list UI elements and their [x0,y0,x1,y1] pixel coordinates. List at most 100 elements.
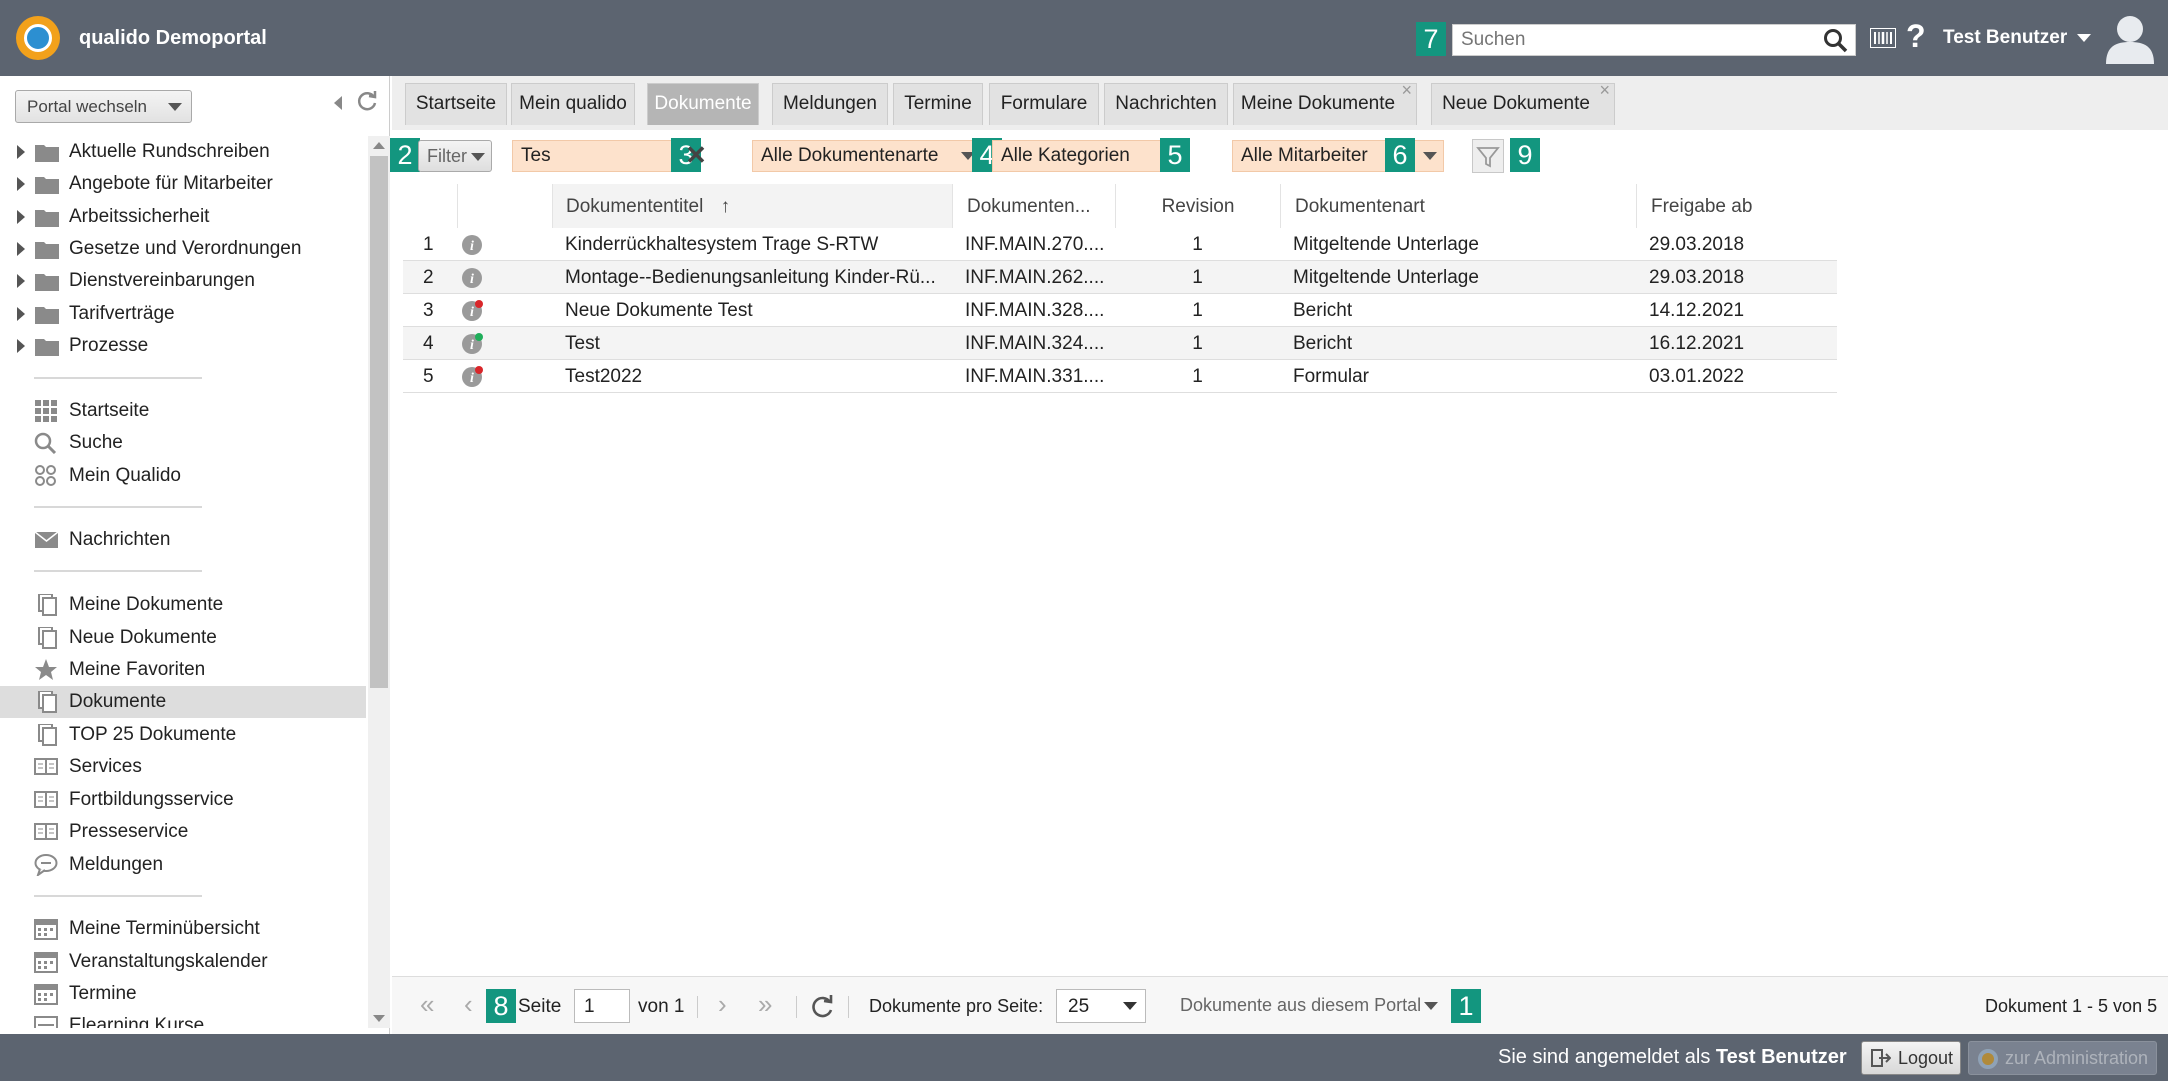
expand-arrow-icon[interactable] [17,242,25,256]
sidebar-folder-item[interactable]: Angebote für Mitarbeiter [0,168,366,200]
sidebar-item-presseservice[interactable]: Presseservice [0,816,366,848]
scroll-down-icon[interactable] [373,1015,385,1022]
info-icon[interactable]: i [461,234,483,256]
tab-formulare[interactable]: Formulare [989,83,1099,125]
doc-type-filter-dropdown[interactable]: Alle Dokumentenarte [752,140,982,172]
scroll-up-icon[interactable] [373,142,385,149]
previous-page-icon[interactable]: ‹ [464,989,473,1020]
info-read-icon[interactable]: i [461,333,483,355]
sidebar-folder-item[interactable]: Prozesse [0,330,366,362]
expand-arrow-icon[interactable] [17,145,25,159]
close-tab-icon[interactable]: × [1599,70,1610,110]
sidebar-item-nachrichten[interactable]: Nachrichten [0,524,366,556]
sidebar-item-meine-dokumente[interactable]: Meine Dokumente [0,589,366,621]
qualido-logo-icon[interactable] [16,16,60,60]
portal-scope-dropdown[interactable]: Dokumente aus diesem Portal [1180,995,1438,1016]
sidebar-item-label: Meine Dokumente [69,594,224,615]
table-row[interactable]: 5 i Test2022 INF.MAIN.331.... 1 Formular… [403,360,1837,393]
tab-mein-qualido[interactable]: Mein qualido [511,83,635,125]
last-page-icon[interactable]: » [758,989,772,1020]
expand-arrow-icon[interactable] [17,307,25,321]
user-menu-name[interactable]: Test Benutzer [1943,27,2067,49]
apply-filter-button[interactable] [1472,139,1504,173]
row-number: 5 [423,366,434,387]
sidebar-item-elearning-kurse[interactable]: Elearning Kurse [0,1010,366,1028]
sidebar-folder-item[interactable]: Aktuelle Rundschreiben [0,136,366,168]
column-header-revision[interactable]: Revision [1115,184,1280,228]
envelope-icon [34,531,59,548]
title-filter-field[interactable] [512,140,674,172]
global-search-box[interactable] [1452,24,1856,56]
tab-dokumente[interactable]: Dokumente [647,83,759,125]
scrollbar-thumb[interactable] [370,156,388,688]
sidebar-item-top25-dokumente[interactable]: TOP 25 Dokumente [0,719,366,751]
tab-meldungen[interactable]: Meldungen [772,83,888,125]
sidebar-item-startseite[interactable]: Startseite [0,395,366,427]
info-icon[interactable]: i [461,267,483,289]
expand-arrow-icon[interactable] [17,210,25,224]
info-new-icon[interactable]: i [461,300,483,322]
tab-neue-dokumente[interactable]: Neue Dokumente × [1431,80,1615,125]
portal-switch-dropdown[interactable]: Portal wechseln [15,90,192,123]
expand-arrow-icon[interactable] [17,274,25,288]
sidebar-item-neue-dokumente[interactable]: Neue Dokumente [0,622,366,654]
refresh-icon[interactable] [355,89,379,113]
next-page-icon[interactable]: › [718,989,727,1020]
tab-startseite[interactable]: Startseite [405,83,507,125]
expand-arrow-icon[interactable] [17,177,25,191]
sidebar-item-veranstaltungskalender[interactable]: Veranstaltungskalender [0,946,366,978]
refresh-icon[interactable] [810,994,836,1020]
per-page-dropdown[interactable]: 25 [1056,989,1146,1023]
sidebar-nav: Aktuelle Rundschreiben Angebote für Mita… [0,136,368,1028]
sidebar-item-meldungen[interactable]: Meldungen [0,849,366,881]
star-icon [35,659,57,680]
tab-meine-dokumente[interactable]: Meine Dokumente × [1233,80,1417,125]
close-tab-icon[interactable]: × [1401,70,1412,110]
admin-button[interactable]: zur Administration [1968,1041,2157,1075]
sidebar-item-fortbildungsservice[interactable]: Fortbildungsservice [0,784,366,816]
column-header-title[interactable]: Dokumententitel ↑ [552,184,952,228]
avatar[interactable] [2104,12,2156,64]
sidebar-item-mein-qualido[interactable]: Mein Qualido [0,460,366,492]
logout-button[interactable]: Logout [1861,1041,1961,1075]
sidebar-divider [34,570,202,572]
sidebar-item-dokumente[interactable]: Dokumente [0,686,366,718]
search-icon[interactable] [1823,28,1849,54]
collapse-sidebar-icon[interactable] [334,96,342,110]
sidebar-item-meine-favoriten[interactable]: Meine Favoriten [0,654,366,686]
sidebar-item-meine-terminuebersicht[interactable]: Meine Terminübersicht [0,913,366,945]
page-number-input[interactable]: 1 [574,989,630,1023]
sidebar-folder-item[interactable]: Arbeitssicherheit [0,201,366,233]
column-header-release-date[interactable]: Freigabe ab [1636,184,1837,228]
sidebar-folder-item[interactable]: Gesetze und Verordnungen [0,233,366,265]
expand-arrow-icon[interactable] [17,339,25,353]
tab-nachrichten[interactable]: Nachrichten [1104,83,1228,125]
barcode-icon[interactable] [1870,28,1896,48]
table-row[interactable]: 3 i Neue Dokumente Test INF.MAIN.328....… [403,294,1837,327]
doc-title: Test [565,333,600,354]
sidebar-item-label: Suche [69,432,123,453]
info-new-icon[interactable]: i [461,366,483,388]
sidebar-item-suche[interactable]: Suche [0,427,366,459]
table-row[interactable]: 2 i Montage--Bedienungsanleitung Kinder-… [403,261,1837,294]
clear-filter-icon[interactable]: ✕ [680,139,712,171]
help-icon[interactable]: ? [1906,18,1926,55]
table-row[interactable]: 4 i Test INF.MAIN.324.... 1 Bericht 16.1… [403,327,1837,360]
result-summary: Dokument 1 - 5 von 5 [1985,996,2158,1016]
sidebar-item-services[interactable]: Services [0,751,366,783]
category-filter-dropdown[interactable]: Alle Kategorien [992,140,1184,172]
column-header-doctype[interactable]: Dokumentenart [1280,184,1636,228]
sidebar-folder-item[interactable]: Tarifverträge [0,298,366,330]
tab-termine[interactable]: Termine [893,83,983,125]
filter-button-label: Filter [427,146,467,166]
column-header-code[interactable]: Dokumenten... [952,184,1115,228]
title-filter-input[interactable] [513,141,673,171]
filter-menu-button[interactable]: Filter [418,140,492,172]
sidebar-folder-item[interactable]: Dienstvereinbarungen [0,265,366,297]
user-menu-caret-icon[interactable] [2077,34,2091,42]
sidebar-scrollbar[interactable] [368,136,390,1028]
sidebar-item-termine[interactable]: Termine [0,978,366,1010]
global-search-input[interactable] [1453,25,1813,55]
first-page-icon[interactable]: « [420,989,434,1020]
table-row[interactable]: 1 i Kinderrückhaltesystem Trage S-RTW IN… [403,228,1837,261]
